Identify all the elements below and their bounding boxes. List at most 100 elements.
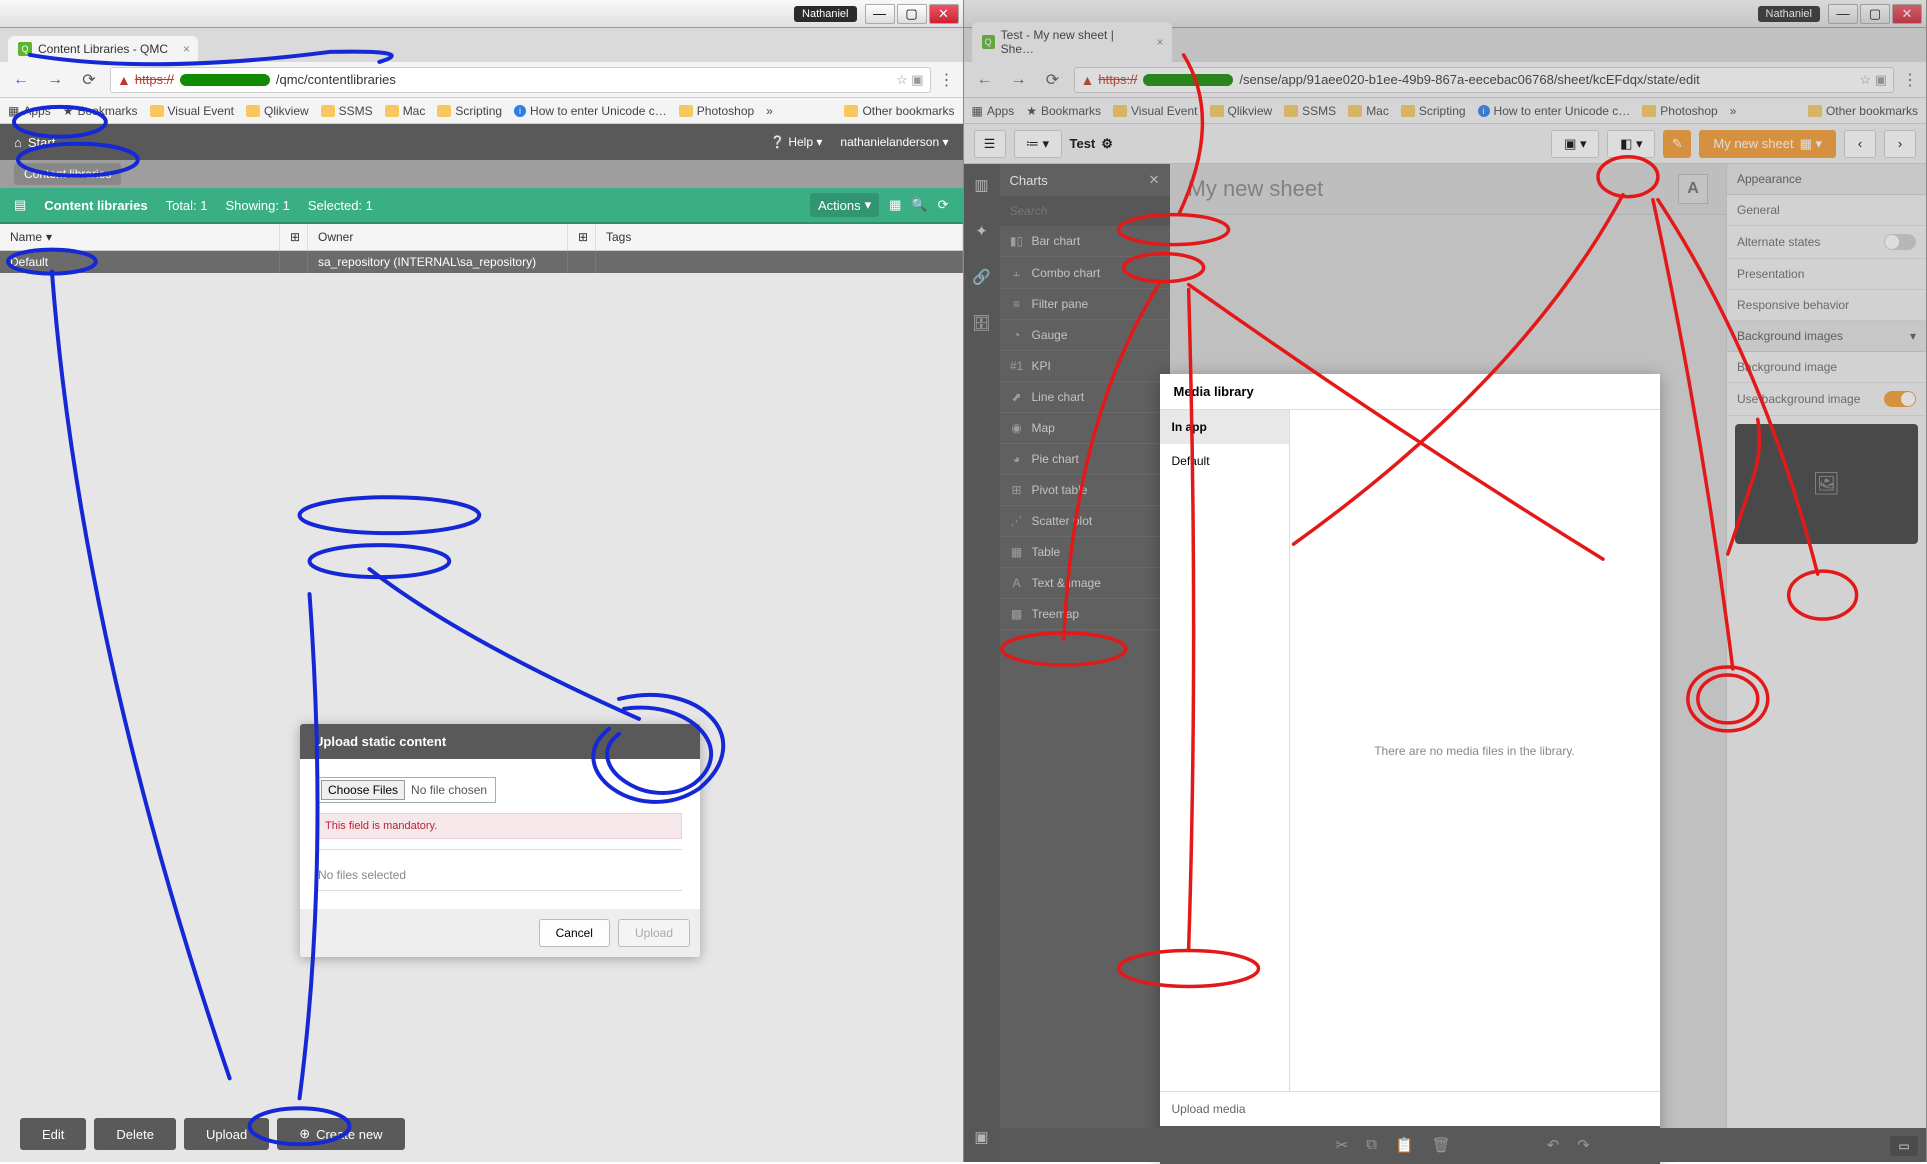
image-preview[interactable]: 🖼 <box>1735 424 1918 544</box>
file-input[interactable]: Choose Files No file chosen <box>318 777 496 803</box>
nav-forward-icon[interactable]: → <box>1006 67 1032 93</box>
cancel-button[interactable]: Cancel <box>539 919 610 947</box>
bm-overflow[interactable]: » <box>1730 104 1737 118</box>
minimap-toggle[interactable]: ▭ <box>1890 1136 1918 1156</box>
search-input[interactable] <box>1010 204 1160 218</box>
upload-button[interactable]: Upload <box>184 1118 269 1150</box>
nav-back-icon[interactable]: ← <box>972 67 998 93</box>
bm-other[interactable]: Other bookmarks <box>1808 104 1918 118</box>
col-picker-2[interactable]: ⊞ <box>568 224 596 250</box>
help-button[interactable]: ❔ Help ▾ <box>770 135 822 149</box>
copy-icon[interactable]: ⧉ <box>1366 1136 1377 1154</box>
next-sheet-button[interactable]: › <box>1884 130 1916 158</box>
charts-tab-icon[interactable]: ▥ <box>964 170 1000 200</box>
win-maximize-button[interactable]: ▢ <box>897 4 927 24</box>
chart-item-filter-pane[interactable]: ≡Filter pane <box>1000 289 1170 320</box>
paste-icon[interactable]: 📋 <box>1395 1136 1414 1154</box>
bm-mac[interactable]: Mac <box>385 104 426 118</box>
bookmark-button[interactable]: ◧ ▾ <box>1607 130 1655 158</box>
bm-photoshop[interactable]: Photoshop <box>679 104 754 118</box>
col-owner-header[interactable]: Owner <box>308 224 568 250</box>
win-close-button[interactable]: ✕ <box>929 4 959 24</box>
search-icon[interactable]: 🔍 <box>911 197 927 213</box>
bm-apps[interactable]: ▦ Apps <box>972 104 1015 118</box>
bm-visual-event[interactable]: Visual Event <box>1113 104 1198 118</box>
appearance-header[interactable]: Appearance <box>1727 164 1926 195</box>
bm-apps[interactable]: ▦ Apps <box>8 104 51 118</box>
bm-scripting[interactable]: Scripting <box>437 104 502 118</box>
chart-item-map[interactable]: ◉Map <box>1000 413 1170 444</box>
panel-search[interactable] <box>1000 196 1170 226</box>
tab-close-icon[interactable]: × <box>1156 35 1163 49</box>
col-name-header[interactable]: Name ▾ <box>0 224 280 250</box>
chart-item-combo-chart[interactable]: ⫠Combo chart <box>1000 257 1170 289</box>
undo-icon[interactable]: ↶ <box>1547 1136 1560 1154</box>
bm-qlikview[interactable]: Qlikview <box>246 104 309 118</box>
nav-reload-icon[interactable]: ⟳ <box>1040 67 1066 93</box>
chart-item-pie-chart[interactable]: ◕Pie chart <box>1000 444 1170 475</box>
chart-item-gauge[interactable]: ◔Gauge <box>1000 320 1170 351</box>
rp-use-bg[interactable]: Use background image <box>1727 383 1926 416</box>
bm-other[interactable]: Other bookmarks <box>844 104 954 118</box>
chart-item-kpi[interactable]: #1KPI <box>1000 351 1170 382</box>
chart-item-treemap[interactable]: ▩Treemap <box>1000 599 1170 630</box>
url-input[interactable]: ▲ https:// /sense/app/91aee020-b1ee-49b9… <box>1074 67 1895 93</box>
custom-objects-icon[interactable]: ✦ <box>964 216 1000 246</box>
user-menu[interactable]: nathanielanderson ▾ <box>840 135 948 149</box>
browser-tab-sense[interactable]: Test - My new sheet | She… × <box>972 22 1172 62</box>
bm-ssms[interactable]: SSMS <box>1284 104 1336 118</box>
bm-visual-event[interactable]: Visual Event <box>150 104 235 118</box>
chart-item-pivot-table[interactable]: ⊞Pivot table <box>1000 475 1170 506</box>
win-maximize-button[interactable]: ▢ <box>1860 4 1890 24</box>
upload-media-button[interactable]: Upload media <box>1160 1091 1660 1126</box>
col-tags-header[interactable]: Tags <box>596 224 963 250</box>
edit-button[interactable]: Edit <box>20 1118 86 1150</box>
bm-mac[interactable]: Mac <box>1348 104 1389 118</box>
refresh-icon[interactable]: ⟳ <box>938 197 949 213</box>
columns-icon[interactable]: ▦ <box>889 197 901 213</box>
actions-dropdown[interactable]: Actions ▾ <box>810 193 879 217</box>
win-close-button[interactable]: ✕ <box>1892 4 1922 24</box>
chart-item-bar-chart[interactable]: ▮▯Bar chart <box>1000 226 1170 257</box>
master-items-icon[interactable]: 🔗 <box>964 262 1000 292</box>
edit-pencil-icon[interactable]: ✎ <box>1663 130 1691 158</box>
bm-scripting[interactable]: Scripting <box>1401 104 1466 118</box>
rp-presentation[interactable]: Presentation <box>1727 259 1926 290</box>
bm-bookmarks[interactable]: ★ Bookmarks <box>1026 104 1101 118</box>
font-size-button[interactable]: A <box>1678 174 1708 204</box>
crumb-content-libraries[interactable]: Content libraries <box>14 163 121 185</box>
nav-forward-icon[interactable]: → <box>42 67 68 93</box>
app-title[interactable]: Test ⚙ <box>1070 136 1113 152</box>
bm-bookmarks[interactable]: ★ Bookmarks <box>63 104 138 118</box>
bm-photoshop[interactable]: Photoshop <box>1642 104 1717 118</box>
bm-overflow[interactable]: » <box>766 104 773 118</box>
rp-alt-states[interactable]: Alternate states <box>1727 226 1926 259</box>
panel-close-icon[interactable]: ✕ <box>1149 172 1160 188</box>
choose-files-button[interactable]: Choose Files <box>321 780 405 800</box>
redo-icon[interactable]: ↷ <box>1577 1136 1590 1154</box>
browser-menu-icons[interactable]: ⋮ <box>939 70 955 90</box>
start-button[interactable]: ⌂ Start <box>14 135 55 150</box>
delete-icon[interactable]: 🗑 <box>1432 1136 1451 1154</box>
url-input[interactable]: ▲ https:// /qmc/contentlibraries ☆ ▣ <box>110 67 931 93</box>
sheet-nav-button[interactable]: My new sheet ▦ ▾ <box>1699 130 1836 158</box>
table-row[interactable]: Default sa_repository (INTERNAL\sa_repos… <box>0 251 963 273</box>
col-picker-1[interactable]: ⊞ <box>280 224 308 250</box>
sheet-title[interactable]: My new sheet <box>1188 176 1324 202</box>
win-minimize-button[interactable]: — <box>1828 4 1858 24</box>
nav-back-icon[interactable]: ← <box>8 67 34 93</box>
browser-menu-icons[interactable]: ⋮ <box>1902 70 1918 90</box>
nav-menu-button[interactable]: ☰ <box>974 130 1006 158</box>
view-menu[interactable]: ≔ ▾ <box>1014 130 1062 158</box>
upload-confirm-button[interactable]: Upload <box>618 919 690 947</box>
chart-item-line-chart[interactable]: ⬈Line chart <box>1000 382 1170 413</box>
rp-behavior[interactable]: Responsive behavior <box>1727 290 1926 321</box>
bm-unicode[interactable]: iHow to enter Unicode c… <box>1478 104 1631 118</box>
win-minimize-button[interactable]: — <box>865 4 895 24</box>
media-in-app[interactable]: In app <box>1160 410 1289 444</box>
bm-unicode[interactable]: iHow to enter Unicode c… <box>514 104 667 118</box>
insight-button[interactable]: ▣ ▾ <box>1551 130 1599 158</box>
prev-sheet-button[interactable]: ‹ <box>1844 130 1876 158</box>
rp-general[interactable]: General <box>1727 195 1926 226</box>
cut-icon[interactable]: ✂ <box>1336 1136 1349 1154</box>
